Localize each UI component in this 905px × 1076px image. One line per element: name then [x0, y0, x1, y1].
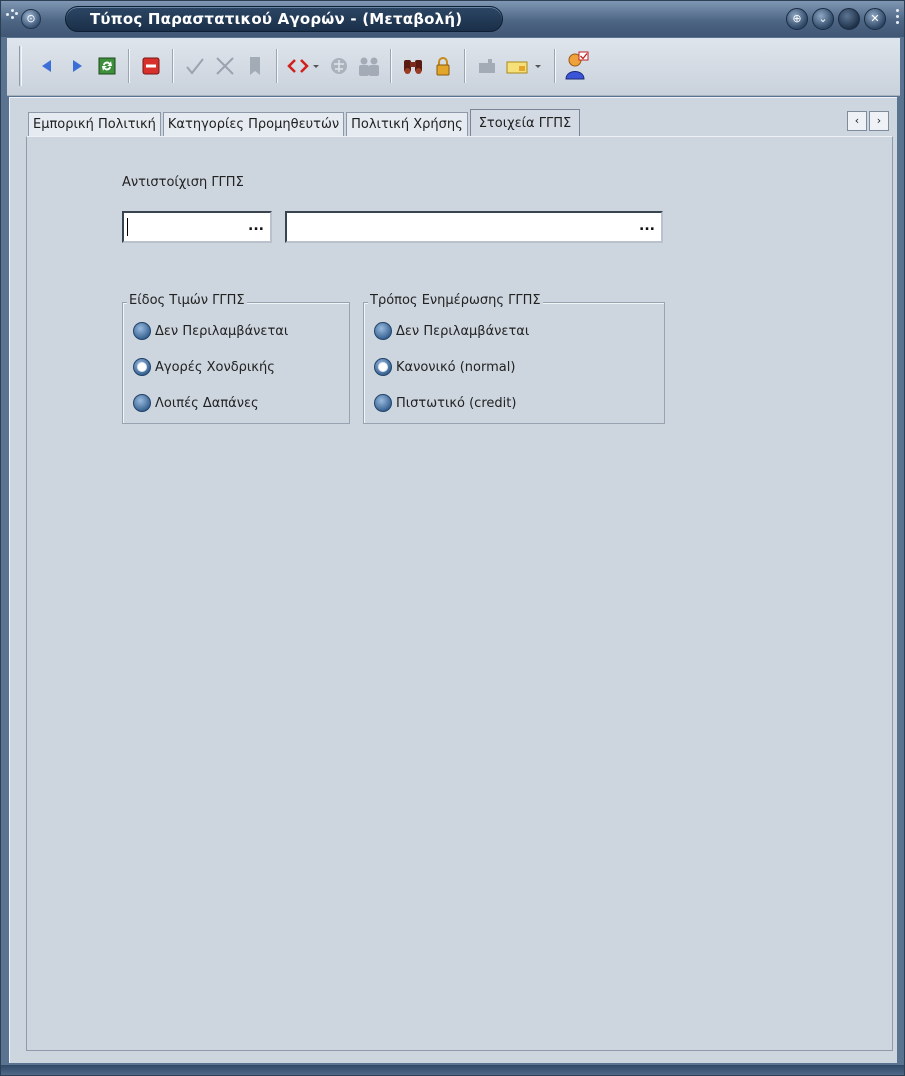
radio-label: Δεν Περιλαμβάνεται [155, 323, 289, 339]
mapping-label: Αντιστοίχιση ΓΓΠΣ [122, 175, 244, 190]
toolbar-separator [276, 49, 278, 83]
tab-ggps-data[interactable]: Στοιχεία ΓΓΠΣ [469, 109, 581, 138]
mapping-code-field[interactable]: ... [122, 211, 272, 243]
toolbar-separator [128, 49, 130, 83]
bookmark-button[interactable] [240, 49, 270, 83]
refresh-button[interactable] [92, 49, 122, 83]
toolbar-grip[interactable] [19, 46, 22, 86]
tab-commercial-policy[interactable]: Εμπορική Πολιτική [28, 112, 161, 137]
stop-icon [142, 57, 160, 75]
next-button[interactable] [62, 49, 92, 83]
toolbar [7, 38, 900, 96]
titlebar[interactable]: ⊙ Τύπος Παραστατικού Αγορών - (Μεταβολή)… [1, 1, 904, 37]
lock-icon [436, 57, 450, 76]
delete-button[interactable] [136, 49, 166, 83]
cancel-button[interactable] [210, 49, 240, 83]
price-type-group-title: Είδος Τιμών ΓΓΠΣ [127, 293, 247, 308]
arrow-right-icon [73, 60, 82, 72]
tab-panel: Αντιστοίχιση ΓΓΠΣ ... ... Είδος Τιμών ΓΓ… [26, 136, 893, 1051]
previous-button[interactable] [32, 49, 62, 83]
bookmark-icon [250, 57, 260, 75]
price-type-other-expenses-radio[interactable]: Λοιπές Δαπάνες [133, 393, 259, 413]
radio-label: Δεν Περιλαμβάνεται [396, 323, 530, 339]
refresh-icon [98, 57, 116, 75]
radio-button-selected-icon [133, 358, 151, 376]
tab-usage-policy[interactable]: Πολιτική Χρήσης [346, 112, 468, 137]
grip-icon [5, 7, 19, 21]
tab-supplier-categories[interactable]: Κατηγορίες Προμηθευτών [162, 112, 345, 137]
folder-button[interactable] [502, 49, 548, 83]
close-button[interactable]: ✕ [864, 8, 886, 30]
window-controls: ⊕ ⌄ ✕ [786, 8, 886, 30]
arrow-left-icon [42, 60, 51, 72]
update-mode-group: Τρόπος Ενημέρωσης ΓΓΠΣ Δεν Περιλαμβάνετα… [363, 293, 665, 424]
tab-bar: Εμπορική Πολιτική Κατηγορίες Προμηθευτών… [28, 109, 582, 138]
window-bottom-border [1, 1065, 904, 1075]
toolbar-separator [390, 49, 392, 83]
globe-icon [331, 58, 347, 74]
title-pill: Τύπος Παραστατικού Αγορών - (Μεταβολή) [65, 6, 503, 32]
update-mode-normal-radio[interactable]: Κανονικό (normal) [374, 357, 515, 377]
check-icon [186, 58, 204, 75]
client-area: Εμπορική Πολιτική Κατηγορίες Προμηθευτών… [9, 97, 897, 1063]
toolbar-separator [554, 49, 556, 83]
users-button[interactable] [354, 49, 384, 83]
tab-scroll-left-button[interactable]: ‹ [847, 111, 867, 131]
radio-label: Κανονικό (normal) [396, 359, 516, 375]
user-settings-icon [565, 51, 589, 80]
toolbar-separator [172, 49, 174, 83]
radio-button-selected-icon [374, 358, 392, 376]
text-caret [127, 218, 128, 236]
mapping-description-field[interactable]: ... [285, 211, 663, 243]
mailbox-button[interactable] [472, 49, 502, 83]
folder-icon [506, 61, 541, 74]
radio-label: Πιστωτικό (credit) [396, 395, 517, 411]
code-button[interactable] [284, 49, 324, 83]
tab-scroll-right-button[interactable]: › [869, 111, 889, 131]
price-type-not-included-radio[interactable]: Δεν Περιλαμβάνεται [133, 321, 288, 341]
find-button[interactable] [398, 49, 428, 83]
confirm-button[interactable] [180, 49, 210, 83]
user-settings-button[interactable] [562, 49, 592, 83]
window-title: Τύπος Παραστατικού Αγορών - (Μεταβολή) [90, 10, 463, 28]
tab-scroll: ‹ › [847, 111, 889, 131]
radio-label: Λοιπές Δαπάνες [155, 395, 259, 411]
toolbar-separator [464, 49, 466, 83]
update-mode-group-title: Τρόπος Ενημέρωσης ΓΓΠΣ [368, 293, 543, 308]
radio-button-icon [374, 322, 392, 340]
radio-button-icon [133, 322, 151, 340]
grip-dots-icon [894, 9, 902, 24]
window: ⊙ Τύπος Παραστατικού Αγορών - (Μεταβολή)… [0, 0, 905, 1076]
pin-button[interactable]: ⊕ [786, 8, 808, 30]
price-type-wholesale-radio[interactable]: Αγορές Χονδρικής [133, 357, 275, 377]
maximize-button[interactable] [838, 8, 860, 30]
mapping-description-lookup-button[interactable]: ... [639, 218, 655, 234]
code-brackets-icon [287, 59, 319, 73]
radio-button-icon [133, 394, 151, 412]
lock-button[interactable] [428, 49, 458, 83]
update-mode-not-included-radio[interactable]: Δεν Περιλαμβάνεται [374, 321, 529, 341]
users-icon [359, 57, 379, 76]
radio-button-icon [374, 394, 392, 412]
mapping-code-lookup-button[interactable]: ... [248, 218, 264, 234]
x-icon [216, 57, 234, 75]
minimize-button[interactable]: ⌄ [812, 8, 834, 30]
update-mode-credit-radio[interactable]: Πιστωτικό (credit) [374, 393, 516, 413]
price-type-group: Είδος Τιμών ΓΓΠΣ Δεν Περιλαμβάνεται Αγορ… [122, 293, 350, 424]
mailbox-icon [479, 59, 495, 73]
window-menu-button[interactable]: ⊙ [21, 9, 41, 29]
binoculars-icon [404, 60, 422, 74]
radio-label: Αγορές Χονδρικής [155, 359, 275, 375]
globe-button[interactable] [324, 49, 354, 83]
